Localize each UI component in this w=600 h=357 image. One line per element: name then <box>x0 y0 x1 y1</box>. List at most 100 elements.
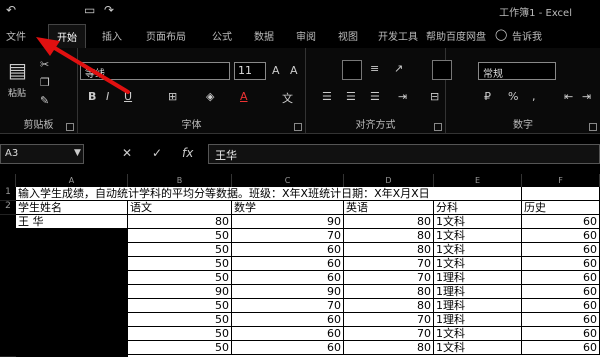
cell-c3[interactable]: 90 <box>232 215 344 229</box>
formula-input[interactable]: 王华 <box>208 144 600 164</box>
cell-e6[interactable]: 1文科 <box>434 257 522 271</box>
fill-color-icon[interactable]: ◈ <box>206 90 214 103</box>
column-header-e[interactable]: E <box>434 174 522 187</box>
paste-label[interactable]: 粘贴 <box>8 86 26 99</box>
cell-e8[interactable]: 1理科 <box>434 285 522 299</box>
tab-tell-me[interactable]: 告诉我 <box>512 28 542 43</box>
cell-e10[interactable]: 1理科 <box>434 313 522 327</box>
tab-file[interactable]: 文件 <box>6 28 26 43</box>
italic-icon[interactable]: I <box>106 90 109 103</box>
cell-a2[interactable]: 学生姓名 <box>16 201 128 215</box>
cell-c12[interactable]: 60 <box>232 341 344 355</box>
cell-b11[interactable]: 50 <box>128 327 232 341</box>
cut-icon[interactable]: ✂ <box>40 58 49 71</box>
redo-icon[interactable]: ↷ <box>104 3 114 17</box>
tab-insert[interactable]: 插入 <box>102 28 122 43</box>
cell-d6[interactable]: 70 <box>344 257 434 271</box>
cell-f10[interactable]: 60 <box>522 313 600 327</box>
cell-d2[interactable]: 英语 <box>344 201 434 215</box>
cell-f2[interactable]: 历史 <box>522 201 600 215</box>
cell-f5[interactable]: 60 <box>522 243 600 257</box>
merge-center-icon[interactable]: ⊟ <box>430 90 439 103</box>
cell-f3[interactable]: 60 <box>522 215 600 229</box>
cell-d9[interactable]: 80 <box>344 299 434 313</box>
cell-d3[interactable]: 80 <box>344 215 434 229</box>
lightbulb-icon[interactable]: ◯ <box>495 28 507 41</box>
decrease-decimal-icon[interactable]: ⇥ <box>582 90 591 103</box>
orientation-icon[interactable]: ↗ <box>394 62 403 75</box>
cell-e3[interactable]: 1文科 <box>434 215 522 229</box>
font-launcher-icon[interactable] <box>294 123 302 131</box>
cell-c9[interactable]: 70 <box>232 299 344 313</box>
column-header-d[interactable]: D <box>344 174 434 187</box>
row-header-2[interactable]: 2 <box>0 201 16 215</box>
cell-c7[interactable]: 60 <box>232 271 344 285</box>
increase-font-icon[interactable]: A <box>272 64 280 77</box>
tab-view[interactable]: 视图 <box>338 28 358 43</box>
underline-icon[interactable]: U <box>124 90 132 103</box>
save-icon[interactable]: ▭ <box>84 3 95 17</box>
clipboard-launcher-icon[interactable] <box>66 123 74 131</box>
row-header-column[interactable] <box>0 215 16 357</box>
phonetic-icon[interactable]: 文 <box>282 90 293 106</box>
cell-f7[interactable]: 60 <box>522 271 600 285</box>
name-box-dropdown-icon[interactable]: ▼ <box>74 148 81 158</box>
font-name-select[interactable]: 等线 <box>80 62 230 80</box>
increase-decimal-icon[interactable]: ⇤ <box>564 90 573 103</box>
cell-c2[interactable]: 数学 <box>232 201 344 215</box>
column-header-c[interactable]: C <box>232 174 344 187</box>
column-header-b[interactable]: B <box>128 174 232 187</box>
cell-c10[interactable]: 60 <box>232 313 344 327</box>
percent-icon[interactable]: % <box>508 90 518 103</box>
column-header-a[interactable]: A <box>16 174 128 187</box>
cell-f6[interactable]: 60 <box>522 257 600 271</box>
number-format-select[interactable]: 常规 <box>478 62 556 80</box>
cell-d10[interactable]: 70 <box>344 313 434 327</box>
row-header-1[interactable]: 1 <box>0 187 16 201</box>
cell-e12[interactable]: 1文科 <box>434 341 522 355</box>
comma-style-icon[interactable]: , <box>532 90 536 103</box>
name-box[interactable]: A3 <box>0 144 84 164</box>
tab-baidu-netdisk[interactable]: 百度网盘 <box>446 28 486 43</box>
align-right-icon[interactable]: ☰ <box>370 90 380 103</box>
cell-c6[interactable]: 60 <box>232 257 344 271</box>
cell-d8[interactable]: 80 <box>344 285 434 299</box>
tab-page-layout[interactable]: 页面布局 <box>146 28 186 43</box>
cell-b6[interactable]: 50 <box>128 257 232 271</box>
number-launcher-icon[interactable] <box>589 123 597 131</box>
cell-d4[interactable]: 80 <box>344 229 434 243</box>
cell-d12[interactable]: 80 <box>344 341 434 355</box>
cell-c11[interactable]: 60 <box>232 327 344 341</box>
undo-icon[interactable]: ↶ <box>6 3 16 17</box>
bold-icon[interactable]: B <box>88 90 96 103</box>
align-top-icon[interactable] <box>342 60 362 80</box>
insert-function-icon[interactable]: fx <box>182 146 193 160</box>
cell-e5[interactable]: 1文科 <box>434 243 522 257</box>
tab-home[interactable]: 开始 <box>48 24 86 48</box>
tab-data[interactable]: 数据 <box>254 28 274 43</box>
cell-b8[interactable]: 90 <box>128 285 232 299</box>
cell-d5[interactable]: 80 <box>344 243 434 257</box>
cell-b3[interactable]: 80 <box>128 215 232 229</box>
tab-developer[interactable]: 开发工具 <box>378 28 418 43</box>
format-painter-icon[interactable]: ✎ <box>40 94 49 107</box>
cell-a3[interactable]: 王 华 <box>16 215 128 229</box>
cell-c8[interactable]: 90 <box>232 285 344 299</box>
cell-d11[interactable]: 70 <box>344 327 434 341</box>
font-size-select[interactable]: 11 <box>234 62 266 80</box>
cancel-icon[interactable]: ✕ <box>122 146 132 160</box>
cell-e4[interactable]: 1文科 <box>434 229 522 243</box>
tab-review[interactable]: 审阅 <box>296 28 316 43</box>
alignment-launcher-icon[interactable] <box>434 123 442 131</box>
column-header-f[interactable]: F <box>522 174 600 187</box>
paste-icon[interactable]: ▤ <box>8 58 27 82</box>
tab-formulas[interactable]: 公式 <box>212 28 232 43</box>
currency-icon[interactable]: ₽ <box>484 90 491 103</box>
copy-icon[interactable]: ❐ <box>40 76 50 89</box>
cell-a1[interactable]: 输入学生成绩，自动统计学科的平均分等数据。班级：X年X班统计日期：X年X月X日 <box>16 187 522 201</box>
cell-f12[interactable]: 60 <box>522 341 600 355</box>
cell-b4[interactable]: 50 <box>128 229 232 243</box>
cell-b7[interactable]: 50 <box>128 271 232 285</box>
cell-e9[interactable]: 1理科 <box>434 299 522 313</box>
cell-b2[interactable]: 语文 <box>128 201 232 215</box>
